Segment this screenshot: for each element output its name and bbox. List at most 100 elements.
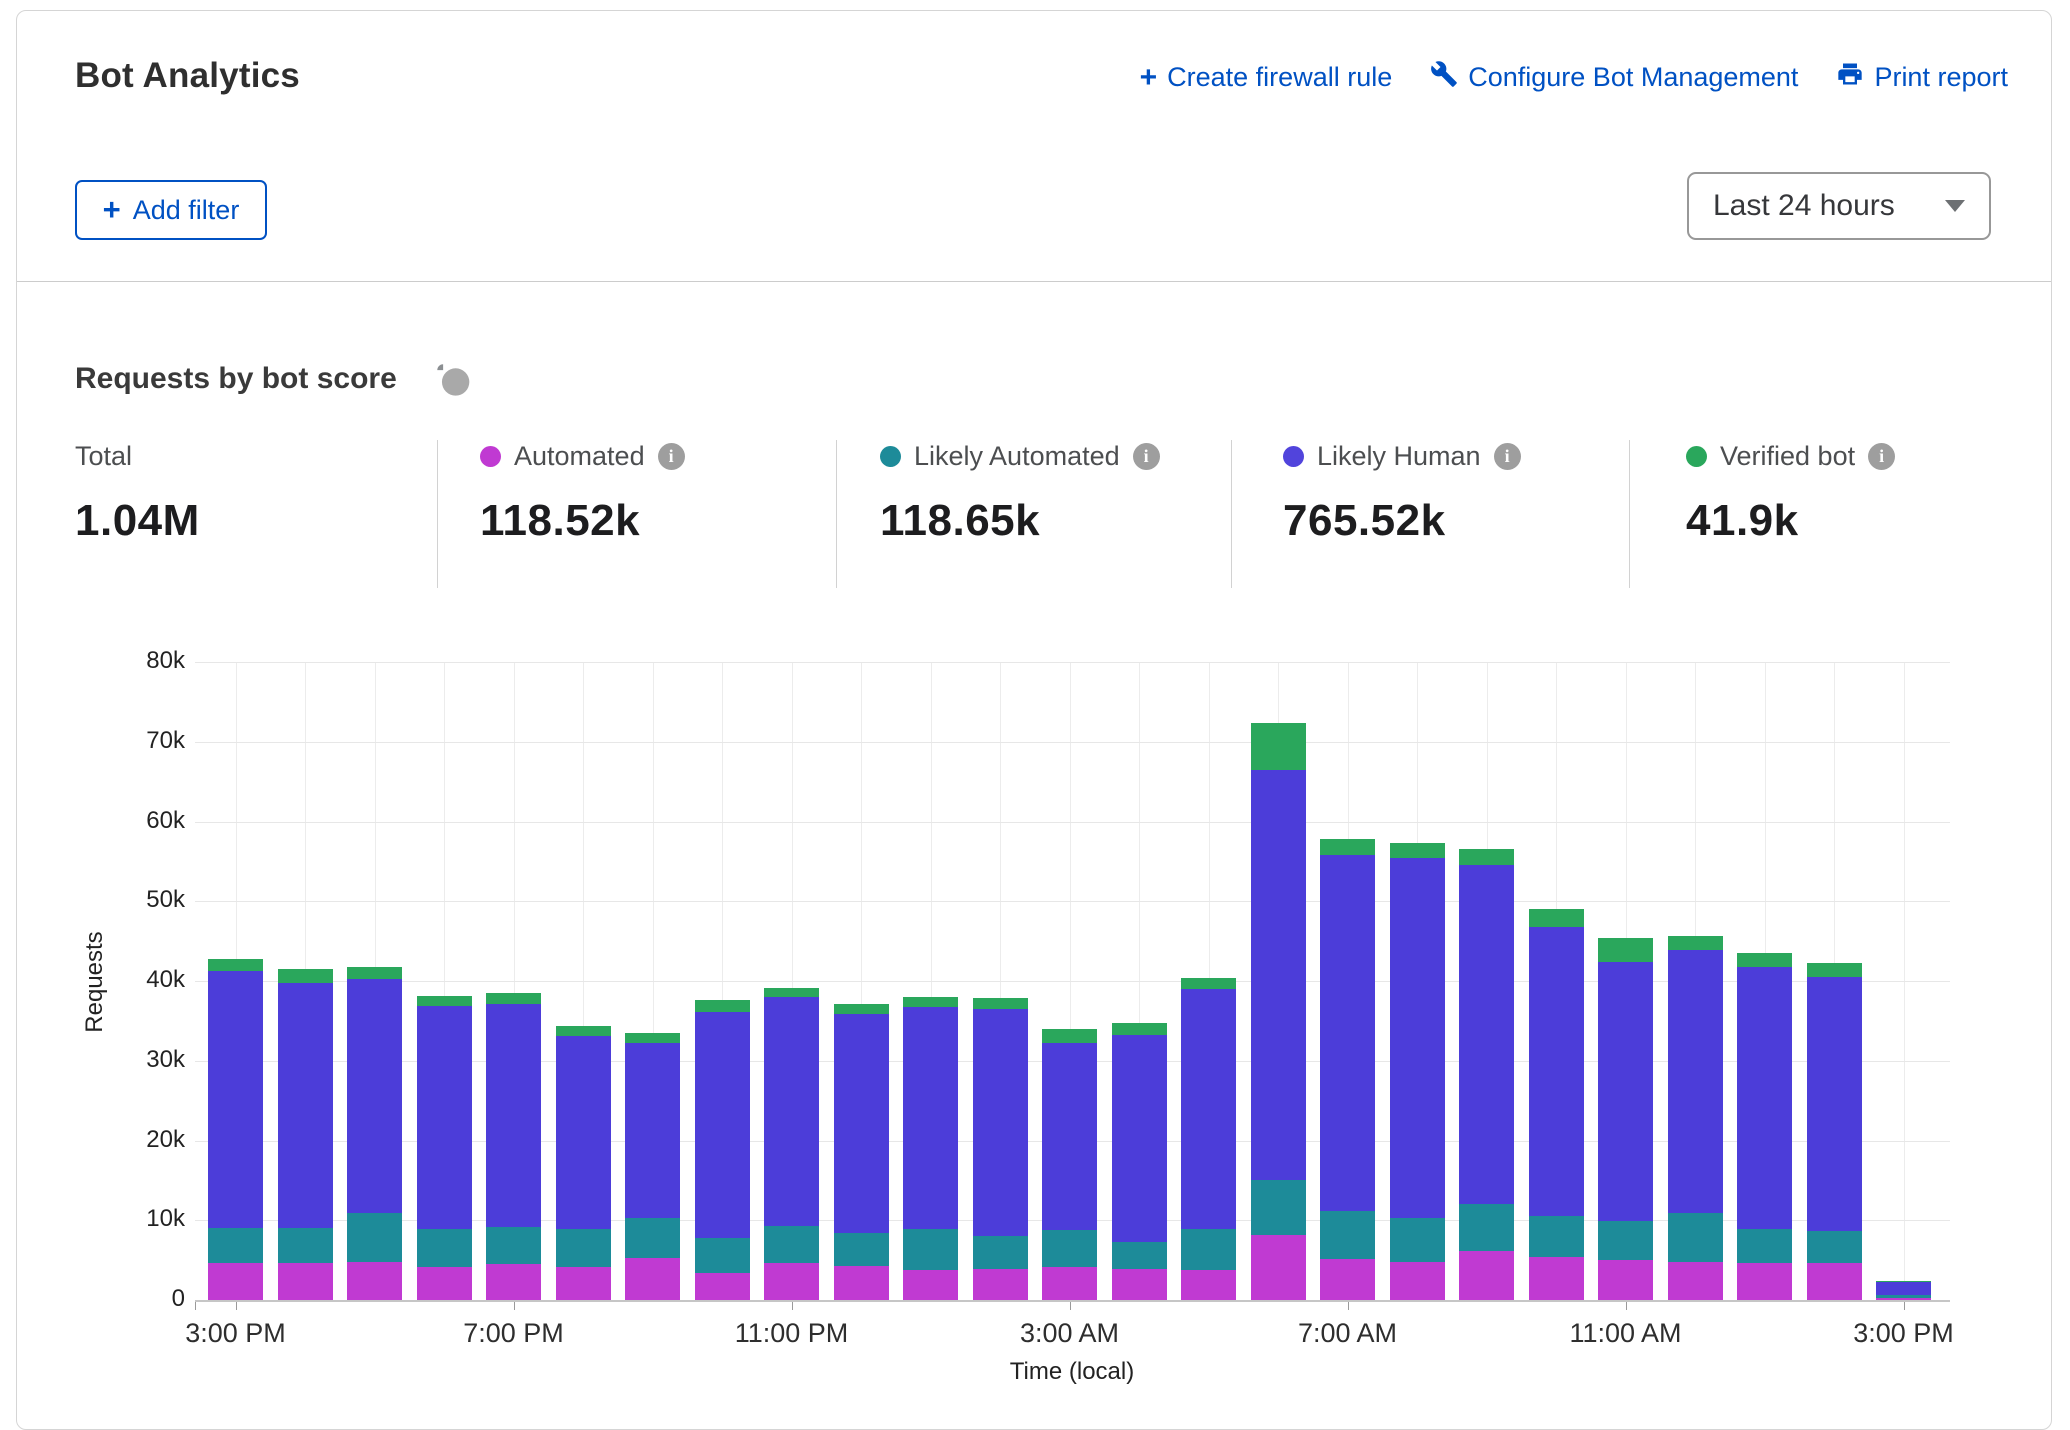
bar-segment-likely-automated[interactable] <box>347 1213 402 1262</box>
bar-segment-verified-bot[interactable] <box>695 1000 750 1012</box>
bar-segment-likely-human[interactable] <box>1807 977 1862 1231</box>
bar-segment-verified-bot[interactable] <box>1668 936 1723 950</box>
bar-segment-verified-bot[interactable] <box>903 997 958 1007</box>
bar-segment-automated[interactable] <box>486 1264 541 1300</box>
bar-segment-likely-automated[interactable] <box>1390 1218 1445 1262</box>
bar-segment-automated[interactable] <box>208 1263 263 1300</box>
bar-segment-verified-bot[interactable] <box>973 998 1028 1009</box>
bar-segment-automated[interactable] <box>903 1270 958 1300</box>
bar-segment-likely-human[interactable] <box>417 1006 472 1229</box>
bar-segment-automated[interactable] <box>695 1273 750 1300</box>
bar-segment-likely-human[interactable] <box>347 979 402 1213</box>
bar-segment-likely-automated[interactable] <box>417 1229 472 1267</box>
bar-segment-likely-automated[interactable] <box>486 1227 541 1264</box>
bar-segment-likely-human[interactable] <box>1876 1282 1931 1295</box>
bar-segment-verified-bot[interactable] <box>834 1004 889 1014</box>
bar-segment-likely-human[interactable] <box>1042 1043 1097 1230</box>
bar-segment-likely-automated[interactable] <box>1876 1295 1931 1298</box>
bar-segment-verified-bot[interactable] <box>347 967 402 979</box>
bar-segment-likely-automated[interactable] <box>1598 1221 1653 1260</box>
bar-segment-automated[interactable] <box>1251 1235 1306 1300</box>
bar-segment-automated[interactable] <box>1181 1270 1236 1300</box>
bar-segment-automated[interactable] <box>278 1263 333 1300</box>
bar-segment-automated[interactable] <box>625 1258 680 1300</box>
bar-segment-likely-automated[interactable] <box>1181 1229 1236 1270</box>
bar-segment-verified-bot[interactable] <box>417 996 472 1006</box>
bar-segment-automated[interactable] <box>1042 1267 1097 1300</box>
bar-segment-likely-human[interactable] <box>208 971 263 1228</box>
bar-segment-likely-automated[interactable] <box>1320 1211 1375 1259</box>
bar-segment-automated[interactable] <box>764 1263 819 1300</box>
bar-segment-verified-bot[interactable] <box>1320 839 1375 855</box>
bar-segment-likely-automated[interactable] <box>834 1233 889 1266</box>
bar-segment-verified-bot[interactable] <box>1598 938 1653 962</box>
bar-segment-likely-automated[interactable] <box>625 1218 680 1258</box>
bar-segment-automated[interactable] <box>1668 1262 1723 1300</box>
bar-segment-automated[interactable] <box>1876 1298 1931 1300</box>
bar-segment-likely-human[interactable] <box>625 1043 680 1218</box>
bar-segment-likely-human[interactable] <box>1737 967 1792 1229</box>
bar-segment-likely-human[interactable] <box>903 1007 958 1229</box>
bar-segment-likely-human[interactable] <box>486 1004 541 1227</box>
bar-segment-likely-automated[interactable] <box>278 1228 333 1263</box>
bar-segment-automated[interactable] <box>1737 1263 1792 1300</box>
bar-segment-likely-human[interactable] <box>556 1036 611 1229</box>
bar-segment-likely-human[interactable] <box>1390 858 1445 1218</box>
bar-segment-likely-human[interactable] <box>695 1012 750 1238</box>
bar-segment-automated[interactable] <box>1529 1257 1584 1300</box>
bar-segment-verified-bot[interactable] <box>1529 909 1584 927</box>
bar-segment-verified-bot[interactable] <box>1181 978 1236 989</box>
bar-segment-automated[interactable] <box>834 1266 889 1300</box>
bar-segment-verified-bot[interactable] <box>1112 1023 1167 1035</box>
bar-segment-likely-human[interactable] <box>1598 962 1653 1221</box>
bar-segment-likely-human[interactable] <box>1320 855 1375 1211</box>
bar-segment-likely-automated[interactable] <box>1042 1230 1097 1267</box>
bar-segment-likely-automated[interactable] <box>1251 1180 1306 1235</box>
bar-segment-verified-bot[interactable] <box>625 1033 680 1043</box>
bar-segment-automated[interactable] <box>1320 1259 1375 1300</box>
bar-segment-likely-human[interactable] <box>1112 1035 1167 1242</box>
bar-segment-likely-human[interactable] <box>1181 989 1236 1229</box>
bar-segment-likely-automated[interactable] <box>556 1229 611 1267</box>
bar-segment-likely-human[interactable] <box>1529 927 1584 1216</box>
bar-segment-likely-human[interactable] <box>973 1009 1028 1236</box>
bar-segment-likely-automated[interactable] <box>1459 1204 1514 1251</box>
bar-segment-likely-automated[interactable] <box>1529 1216 1584 1257</box>
bar-segment-verified-bot[interactable] <box>1876 1281 1931 1282</box>
bar-segment-verified-bot[interactable] <box>208 959 263 971</box>
bar-segment-automated[interactable] <box>1807 1263 1862 1300</box>
bar-segment-likely-automated[interactable] <box>973 1236 1028 1269</box>
bar-segment-likely-human[interactable] <box>764 997 819 1226</box>
bar-segment-likely-automated[interactable] <box>208 1228 263 1263</box>
bar-segment-likely-automated[interactable] <box>695 1238 750 1273</box>
bar-segment-likely-human[interactable] <box>834 1014 889 1233</box>
bar-segment-automated[interactable] <box>1112 1269 1167 1300</box>
bar-segment-automated[interactable] <box>347 1262 402 1300</box>
bar-segment-verified-bot[interactable] <box>1737 953 1792 967</box>
bar-segment-automated[interactable] <box>1390 1262 1445 1300</box>
bar-segment-verified-bot[interactable] <box>556 1026 611 1036</box>
bar-segment-likely-automated[interactable] <box>1807 1231 1862 1263</box>
bar-segment-verified-bot[interactable] <box>764 988 819 997</box>
bar-segment-verified-bot[interactable] <box>1390 843 1445 858</box>
bar-segment-verified-bot[interactable] <box>1807 963 1862 977</box>
bar-segment-likely-automated[interactable] <box>1668 1213 1723 1262</box>
bar-segment-likely-human[interactable] <box>278 983 333 1228</box>
bar-segment-likely-human[interactable] <box>1251 770 1306 1180</box>
bar-segment-automated[interactable] <box>1459 1251 1514 1300</box>
bar-segment-automated[interactable] <box>1598 1260 1653 1300</box>
bar-segment-likely-human[interactable] <box>1668 950 1723 1213</box>
bar-segment-likely-automated[interactable] <box>1737 1229 1792 1263</box>
bar-segment-automated[interactable] <box>556 1267 611 1300</box>
bar-segment-automated[interactable] <box>973 1269 1028 1300</box>
bar-segment-verified-bot[interactable] <box>278 969 333 983</box>
bar-segment-likely-automated[interactable] <box>903 1229 958 1270</box>
bar-segment-verified-bot[interactable] <box>486 993 541 1004</box>
bar-segment-automated[interactable] <box>417 1267 472 1300</box>
bar-segment-verified-bot[interactable] <box>1459 849 1514 865</box>
bar-segment-likely-automated[interactable] <box>1112 1242 1167 1269</box>
bar-segment-likely-automated[interactable] <box>764 1226 819 1263</box>
bar-segment-verified-bot[interactable] <box>1042 1029 1097 1043</box>
bar-segment-likely-human[interactable] <box>1459 865 1514 1204</box>
bar-segment-verified-bot[interactable] <box>1251 723 1306 770</box>
